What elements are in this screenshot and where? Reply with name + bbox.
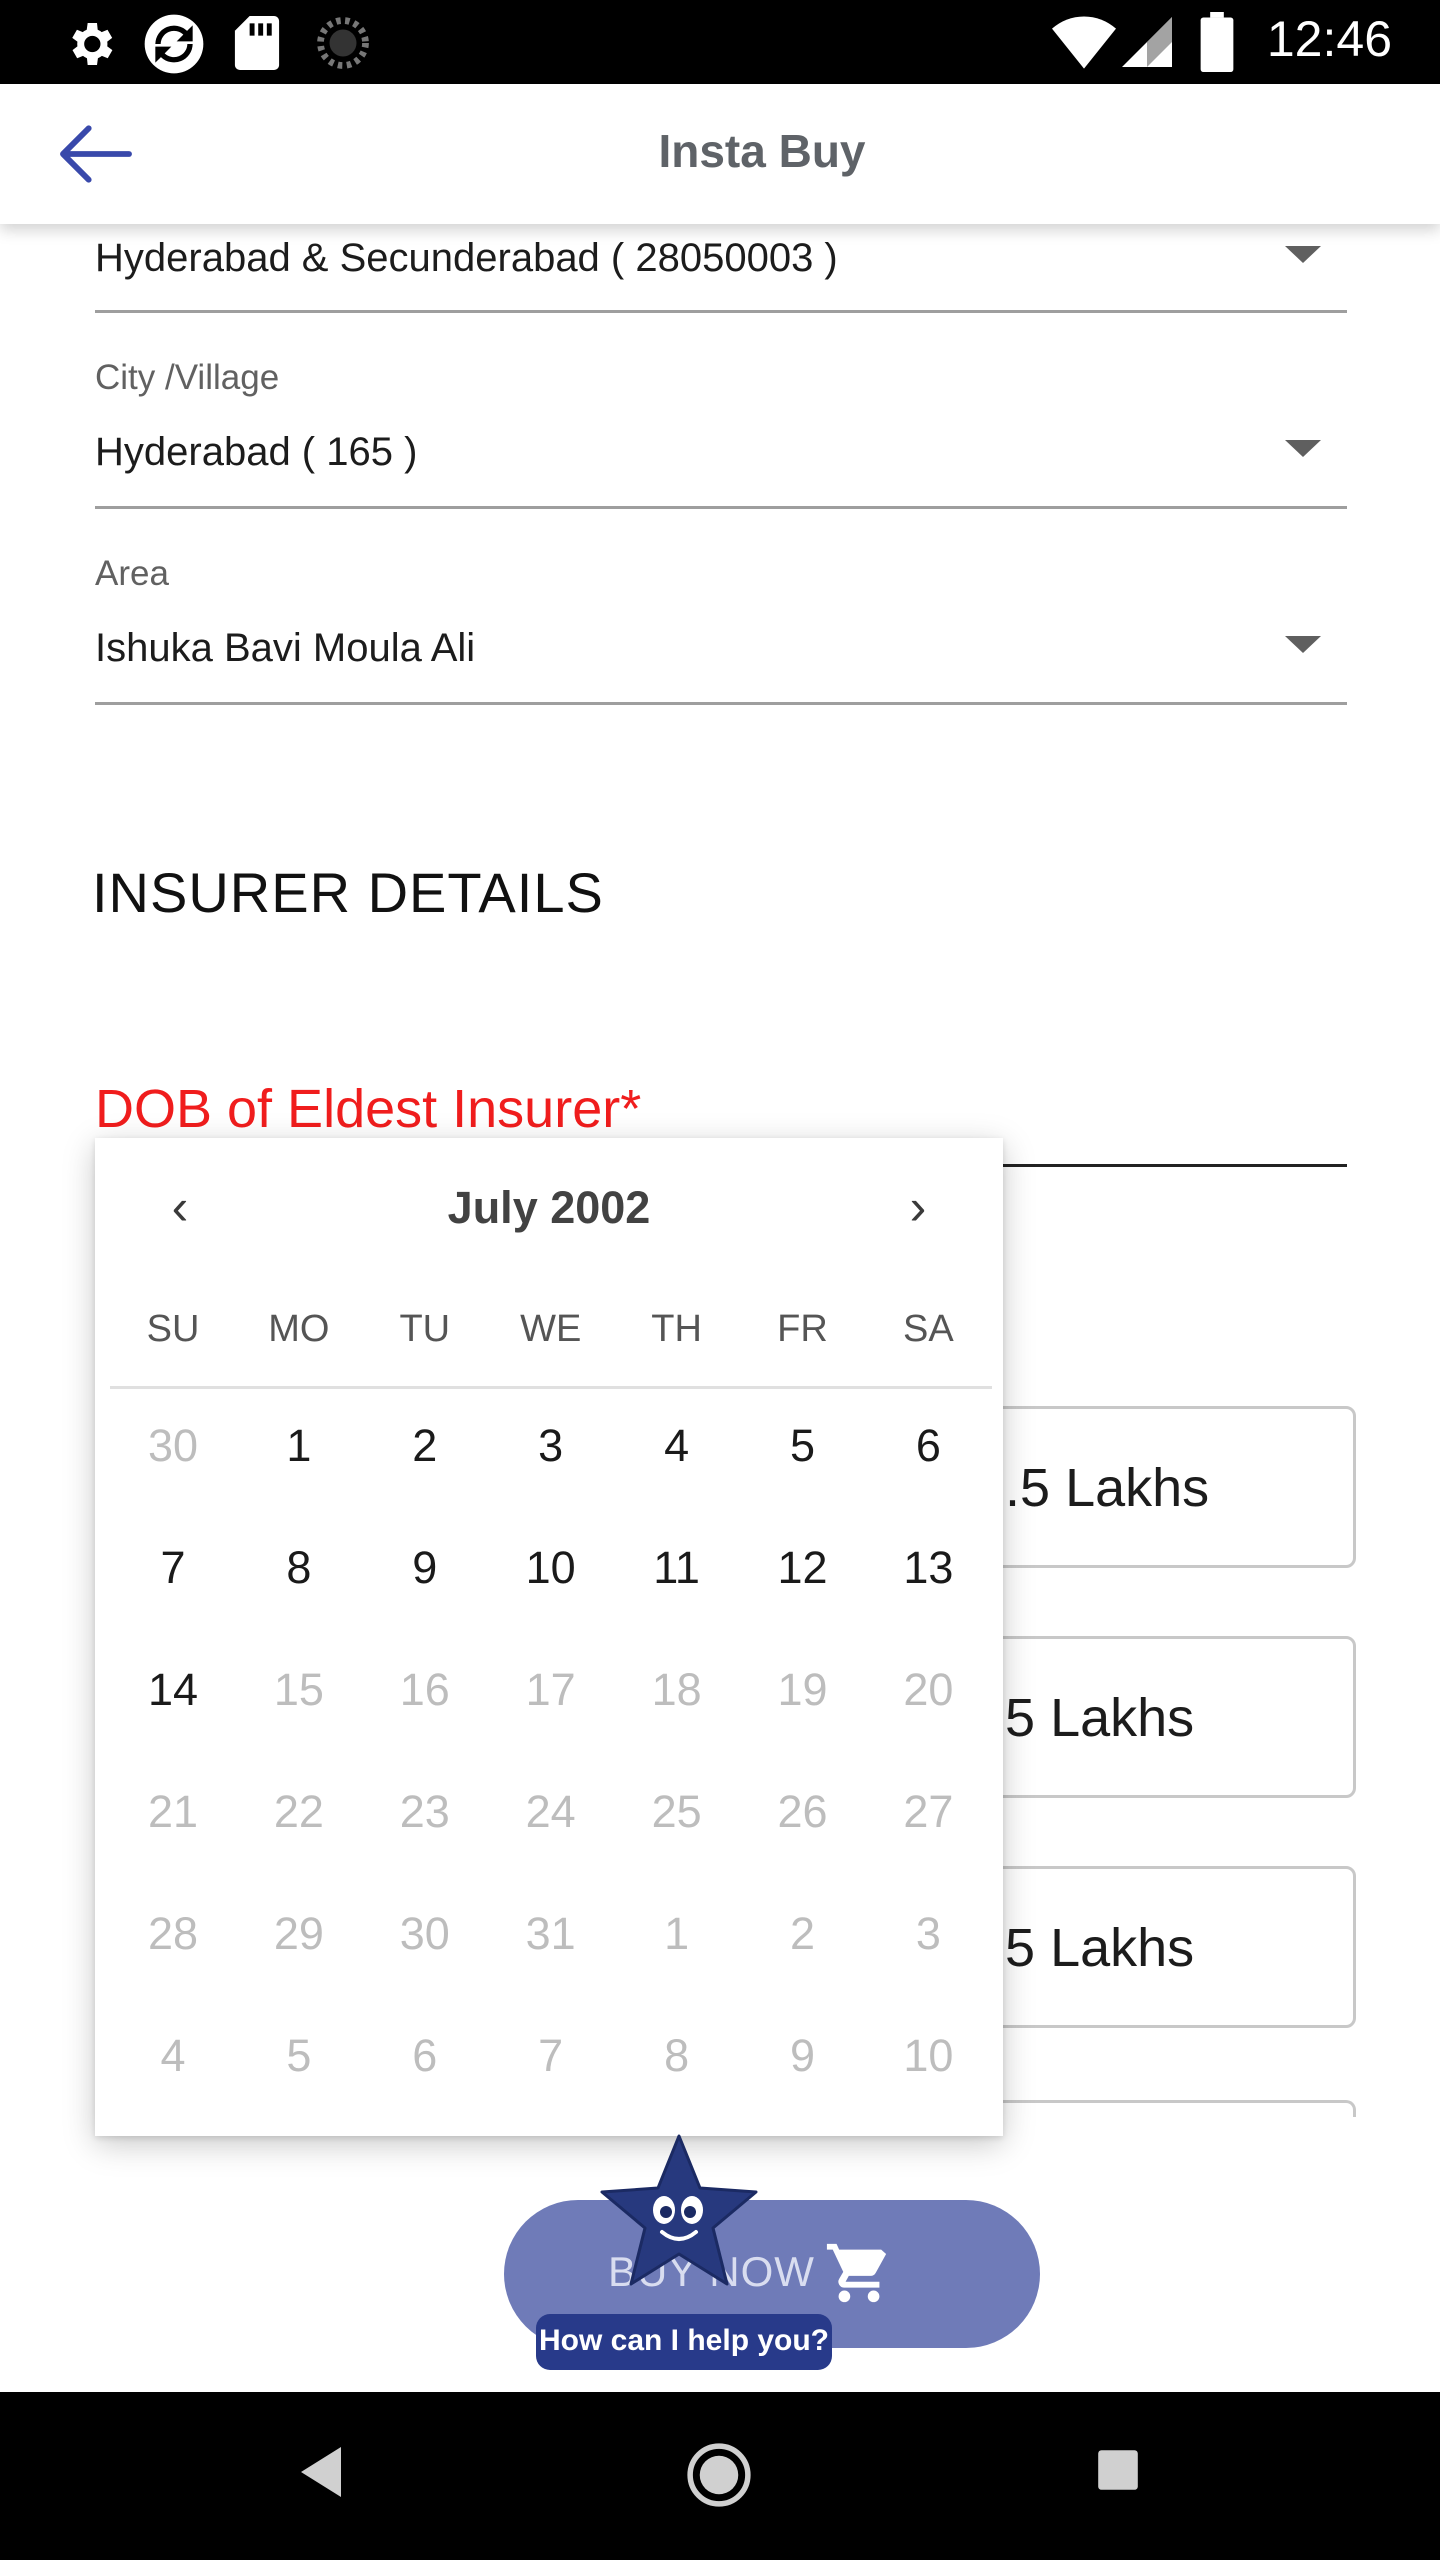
- nav-recents-icon[interactable]: [1096, 2448, 1140, 2492]
- star-mascot-icon[interactable]: [596, 2132, 762, 2292]
- calendar-day-disabled: 5: [286, 2030, 312, 2081]
- chat-help-bubble[interactable]: How can I help you?: [536, 2314, 832, 2370]
- calendar-day-disabled: 15: [273, 1664, 324, 1715]
- weekday-label: SA: [903, 1308, 954, 1350]
- sd-card-icon: [234, 16, 280, 70]
- calendar-day[interactable]: 2: [362, 1420, 488, 1472]
- calendar-day-disabled: 9: [789, 2030, 816, 2081]
- status-bar: 12:46: [0, 0, 1440, 84]
- city-label: City /Village: [95, 358, 280, 397]
- calendar-day-disabled: 27: [903, 1786, 954, 1837]
- area-label: Area: [95, 554, 169, 593]
- calendar-day-disabled: 4: [160, 2030, 186, 2081]
- calendar-day[interactable]: 14: [110, 1664, 236, 1716]
- calendar-day-disabled: 16: [399, 1664, 450, 1715]
- page-title: Insta Buy: [658, 125, 866, 177]
- calendar-day-disabled: 23: [399, 1786, 450, 1837]
- calendar-day-disabled: 30: [399, 1908, 450, 1959]
- calendar-day[interactable]: 10: [488, 1542, 614, 1594]
- settings-icon: [72, 23, 113, 65]
- battery-icon: [1200, 12, 1234, 72]
- calendar-day[interactable]: 6: [865, 1420, 991, 1472]
- chat-help-text: How can I help you?: [538, 2324, 830, 2357]
- signal-icon: [1122, 17, 1172, 67]
- coverage-label: 7.5 Lakhs: [975, 1458, 1210, 1518]
- calendar-day-disabled: 20: [903, 1664, 954, 1715]
- cart-icon: [826, 2243, 887, 2303]
- calendar-day[interactable]: 1: [236, 1420, 362, 1472]
- calendar-month-year[interactable]: July 2002: [95, 1182, 1003, 1234]
- area-dropdown[interactable]: Area Ishuka Bavi Moula Ali: [95, 550, 1347, 710]
- calendar-day-disabled: 18: [651, 1664, 702, 1715]
- calendar-day-disabled: 8: [664, 2030, 690, 2081]
- calendar-day-disabled: 30: [147, 1420, 199, 1471]
- weekday-label: SU: [146, 1308, 200, 1350]
- sync-icon: [144, 14, 204, 74]
- calendar-day-disabled: 28: [147, 1908, 199, 1959]
- calendar-day-disabled: 7: [538, 2030, 564, 2081]
- calendar-day-disabled: 21: [147, 1786, 199, 1837]
- field-underline: [95, 702, 1347, 705]
- calendar-day-disabled: 24: [525, 1786, 576, 1837]
- district-dropdown[interactable]: Hyderabad & Secunderabad ( 28050003 ): [95, 224, 1347, 314]
- area-value: Ishuka Bavi Moula Ali: [95, 626, 476, 670]
- coverage-label: 25 Lakhs: [975, 1918, 1195, 1978]
- weekday-label: MO: [268, 1308, 330, 1350]
- loading-icon: [317, 17, 369, 69]
- coverage-label: 15 Lakhs: [975, 1688, 1195, 1748]
- city-dropdown[interactable]: City /Village Hyderabad ( 165 ): [95, 354, 1347, 514]
- calendar-day-disabled: 6: [412, 2030, 438, 2081]
- calendar-day-disabled: 22: [273, 1786, 324, 1837]
- dob-label: DOB of Eldest Insurer*: [95, 1079, 642, 1139]
- calendar-day-disabled: 17: [525, 1664, 576, 1715]
- dropdown-arrow-icon: [1285, 246, 1321, 263]
- calendar-day-disabled: 29: [273, 1908, 324, 1959]
- wifi-icon: [1052, 16, 1116, 69]
- next-month-button[interactable]: ›: [888, 1178, 948, 1248]
- calendar-day[interactable]: 11: [614, 1542, 740, 1594]
- calendar-day-disabled: 2: [789, 1908, 816, 1959]
- calendar-day[interactable]: 12: [740, 1542, 866, 1594]
- dropdown-arrow-icon: [1285, 636, 1321, 653]
- field-underline: [95, 310, 1347, 313]
- calendar-day[interactable]: 4: [614, 1420, 740, 1472]
- weekday-label: TU: [399, 1308, 451, 1350]
- calendar-day-disabled: 31: [525, 1908, 576, 1959]
- nav-back-icon[interactable]: [296, 2444, 346, 2500]
- calendar-day-disabled: 10: [903, 2030, 954, 2081]
- calendar-day-disabled: 1: [664, 1908, 690, 1959]
- nav-home-icon[interactable]: [686, 2442, 752, 2508]
- app-bar: Insta Buy: [0, 84, 1440, 224]
- calendar-day[interactable]: 9: [362, 1542, 488, 1594]
- weekday-label: TH: [651, 1308, 702, 1350]
- calendar-day[interactable]: 8: [236, 1542, 362, 1594]
- calendar-day[interactable]: 13: [865, 1542, 991, 1594]
- weekday-header: SU MO TU WE TH FR SA: [110, 1308, 990, 1368]
- weekday-label: WE: [520, 1308, 582, 1350]
- dropdown-arrow-icon: [1285, 440, 1321, 457]
- field-underline: [95, 506, 1347, 509]
- divider: [110, 1386, 992, 1389]
- date-picker: ‹ July 2002 › SU MO TU WE TH FR SA 30 1 2 3 4 5 6 7 8 9…: [95, 1138, 1003, 2136]
- calendar-day-disabled: 3: [915, 1908, 941, 1959]
- clock: 12:46: [1266, 11, 1392, 67]
- navigation-bar: [0, 2392, 1440, 2560]
- calendar-day-disabled: 19: [777, 1664, 828, 1715]
- city-value: Hyderabad ( 165 ): [95, 430, 418, 474]
- calendar-day-disabled: 25: [651, 1786, 702, 1837]
- weekday-label: FR: [777, 1308, 828, 1350]
- district-value: Hyderabad & Secunderabad ( 28050003 ): [95, 236, 838, 280]
- calendar-day[interactable]: 3: [488, 1420, 614, 1472]
- calendar-day[interactable]: 5: [740, 1420, 866, 1472]
- calendar-day[interactable]: 7: [110, 1542, 236, 1594]
- calendar-day-disabled: 26: [777, 1786, 828, 1837]
- section-heading: INSURER DETAILS: [92, 861, 604, 924]
